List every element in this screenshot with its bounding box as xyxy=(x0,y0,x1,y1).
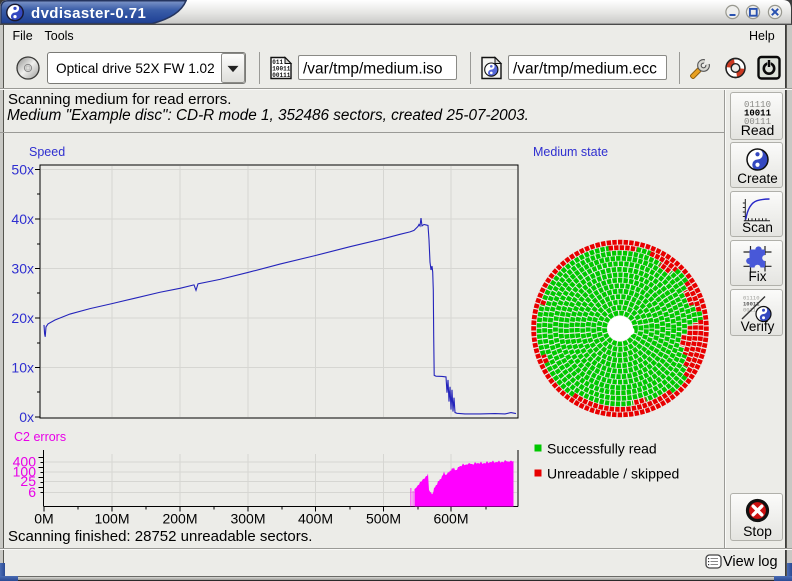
svg-text:Successfully read: Successfully read xyxy=(547,441,657,457)
svg-text:30x: 30x xyxy=(11,261,34,277)
svg-text:Read: Read xyxy=(741,122,774,138)
svg-text:Scan: Scan xyxy=(742,220,773,235)
svg-text:Create: Create xyxy=(737,171,778,186)
svg-text:Stop: Stop xyxy=(743,523,772,539)
svg-text:0M: 0M xyxy=(34,511,53,527)
svg-text:100M: 100M xyxy=(94,511,129,527)
svg-text:Verify: Verify xyxy=(741,319,775,334)
svg-text:50x: 50x xyxy=(11,162,34,178)
svg-text:Unreadable / skipped: Unreadable / skipped xyxy=(547,466,679,482)
svg-text:10x: 10x xyxy=(11,360,34,376)
svg-text:600M: 600M xyxy=(433,511,468,527)
svg-text:40x: 40x xyxy=(11,211,34,227)
svg-text:Fix: Fix xyxy=(749,269,767,284)
svg-text:400M: 400M xyxy=(298,511,333,527)
svg-text:0x: 0x xyxy=(19,409,34,425)
svg-text:200M: 200M xyxy=(162,511,197,527)
svg-text:6: 6 xyxy=(28,484,36,500)
svg-text:20x: 20x xyxy=(11,310,34,326)
svg-text:500M: 500M xyxy=(366,511,401,527)
svg-text:300M: 300M xyxy=(230,511,265,527)
